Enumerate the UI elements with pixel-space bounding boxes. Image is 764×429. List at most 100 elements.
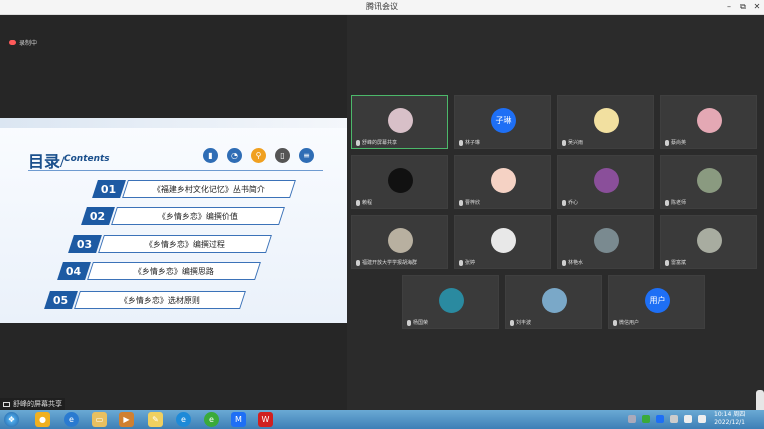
microphone-icon xyxy=(356,259,360,266)
participant-tile[interactable]: 子琳林子琳 xyxy=(454,95,551,149)
participant-name-row: 曹梓欣 xyxy=(459,199,480,206)
edge-icon[interactable]: e xyxy=(176,412,191,427)
participant-avatar xyxy=(697,108,722,133)
app-root: 腾讯会议 – ⧉ ✕ 录制中 目录/ Contents ▮ ◔ ⚲ ▯ ≡ 01 xyxy=(0,0,764,429)
participant-tile[interactable]: 蔡尚英 xyxy=(660,95,757,149)
participant-name: 张婷 xyxy=(465,260,476,266)
tray-ime-icon[interactable] xyxy=(670,415,678,423)
screen-share-pane: 录制中 目录/ Contents ▮ ◔ ⚲ ▯ ≡ 01 《福建乡村文化记忆》… xyxy=(0,15,347,410)
participant-tile[interactable]: 刘丰波 xyxy=(505,275,602,329)
toc-label-box: 《福建乡村文化记忆》丛书简介 xyxy=(122,180,296,198)
toc-label-box: 《乡情乡恋》编撰思路 xyxy=(87,262,261,280)
participant-tile[interactable]: 乔心 xyxy=(557,155,654,209)
participant-avatar: 子琳 xyxy=(491,108,516,133)
tray-meeting-icon[interactable] xyxy=(656,415,664,423)
notes-icon[interactable]: ✎ xyxy=(148,412,163,427)
participant-tile[interactable]: 赖程 xyxy=(351,155,448,209)
participant-tile[interactable]: 吴兴雨 xyxy=(557,95,654,149)
participant-name: 刘丰波 xyxy=(516,320,532,326)
browser-icon[interactable]: e xyxy=(204,412,219,427)
participant-name: 赖程 xyxy=(362,200,373,206)
participant-name-row: 乔心 xyxy=(562,199,578,206)
microphone-icon xyxy=(665,199,669,206)
participant-tile[interactable]: 曹梓欣 xyxy=(454,155,551,209)
tray-wechat-icon[interactable] xyxy=(642,415,650,423)
participant-name: 曹梓欣 xyxy=(465,200,481,206)
participant-name-row: 陈老师 xyxy=(665,199,686,206)
participant-avatar xyxy=(388,228,413,253)
participant-avatar xyxy=(594,108,619,133)
ie-icon[interactable]: e xyxy=(64,412,79,427)
participant-name-row: 杨国荣 xyxy=(407,319,428,326)
microphone-icon xyxy=(459,139,463,146)
participant-tile[interactable]: 陈老师 xyxy=(660,155,757,209)
participant-avatar xyxy=(594,228,619,253)
participant-avatar xyxy=(697,168,722,193)
start-button[interactable]: ❖ xyxy=(4,412,19,427)
participant-name: 雷富斌 xyxy=(671,260,687,266)
screen-share-icon xyxy=(3,401,10,407)
minimize-button[interactable]: – xyxy=(723,1,735,13)
shared-slide: 目录/ Contents ▮ ◔ ⚲ ▯ ≡ 01 《福建乡村文化记忆》丛书简介… xyxy=(0,118,347,323)
folder-icon[interactable]: ▭ xyxy=(92,412,107,427)
document-icon: ≡ xyxy=(299,148,314,163)
participant-avatar xyxy=(697,228,722,253)
cloud-record-icon xyxy=(9,40,16,45)
participant-tile[interactable]: 福建开放大学学报胡海群 xyxy=(351,215,448,269)
toc-label-box: 《乡情乡恋》选材原则 xyxy=(74,291,246,309)
microphone-icon xyxy=(613,319,617,326)
app-icon-360[interactable]: ● xyxy=(35,412,50,427)
share-source-label: 舒峰的屏幕共享 xyxy=(0,398,65,410)
participant-tile[interactable]: 杨国荣 xyxy=(402,275,499,329)
participant-name: 杨国荣 xyxy=(413,320,429,326)
microphone-icon xyxy=(665,139,669,146)
microphone-icon xyxy=(665,259,669,266)
media-player-icon[interactable]: ▶ xyxy=(119,412,134,427)
participant-name-row: 雷富斌 xyxy=(665,259,686,266)
participant-avatar xyxy=(388,108,413,133)
magnifier-icon: ⚲ xyxy=(251,148,266,163)
participant-tile[interactable]: 雷富斌 xyxy=(660,215,757,269)
slide-stripe xyxy=(0,118,347,128)
toc-number: 05 xyxy=(44,291,78,309)
participant-name-row: 舒峰的屏幕共享 xyxy=(356,139,397,146)
toc-number: 02 xyxy=(81,207,115,225)
participant-name: 林子琳 xyxy=(465,140,481,146)
participant-name: 吴兴雨 xyxy=(568,140,584,146)
participant-gallery: 舒峰的屏幕共享 子琳 林子琳 吴兴雨 蔡尚英 赖程 曹梓欣 乔心 陈老师 福建开放大学学报胡海群张… xyxy=(347,15,764,418)
participant-tile[interactable]: 舒峰的屏幕共享 xyxy=(351,95,448,149)
microphone-icon xyxy=(562,259,566,266)
taskbar: ❖ ● e ▭ ▶ ✎ e e M W 10:14 周四 2022/12/1 xyxy=(0,410,764,429)
pie-chart-icon: ◔ xyxy=(227,148,242,163)
slide-title: 目录/ xyxy=(28,154,65,171)
network-icon[interactable] xyxy=(684,415,692,423)
participant-name-row: 刘丰波 xyxy=(510,319,531,326)
participant-name: 林艳水 xyxy=(568,260,584,266)
tencent-meeting-icon[interactable]: M xyxy=(231,412,246,427)
participant-avatar xyxy=(491,168,516,193)
wps-icon[interactable]: W xyxy=(258,412,273,427)
toc-number: 01 xyxy=(92,180,126,198)
participant-tile[interactable]: 林艳水 xyxy=(557,215,654,269)
participant-avatar xyxy=(594,168,619,193)
toc-number: 03 xyxy=(68,235,102,253)
toc-label-box: 《乡情乡恋》编撰过程 xyxy=(98,235,272,253)
microphone-icon xyxy=(459,199,463,206)
volume-icon[interactable] xyxy=(698,415,706,423)
participant-tile[interactable]: 张婷 xyxy=(454,215,551,269)
maximize-button[interactable]: ⧉ xyxy=(737,1,749,13)
participant-tile[interactable]: 用户 微信用户 xyxy=(608,275,705,329)
microphone-icon xyxy=(562,199,566,206)
participant-avatar xyxy=(439,288,464,313)
microphone-icon xyxy=(356,199,360,206)
participant-name-row: 蔡尚英 xyxy=(665,139,686,146)
participant-name-row: 微信用户 xyxy=(613,319,639,326)
close-button[interactable]: ✕ xyxy=(751,1,763,13)
participant-avatar xyxy=(388,168,413,193)
participant-name: 陈老师 xyxy=(671,200,687,206)
toc-number: 04 xyxy=(57,262,91,280)
tray-expand-icon[interactable] xyxy=(628,415,636,423)
participant-name: 蔡尚英 xyxy=(671,140,687,146)
system-clock[interactable]: 10:14 周四 2022/12/1 xyxy=(714,411,745,427)
microphone-icon xyxy=(459,259,463,266)
